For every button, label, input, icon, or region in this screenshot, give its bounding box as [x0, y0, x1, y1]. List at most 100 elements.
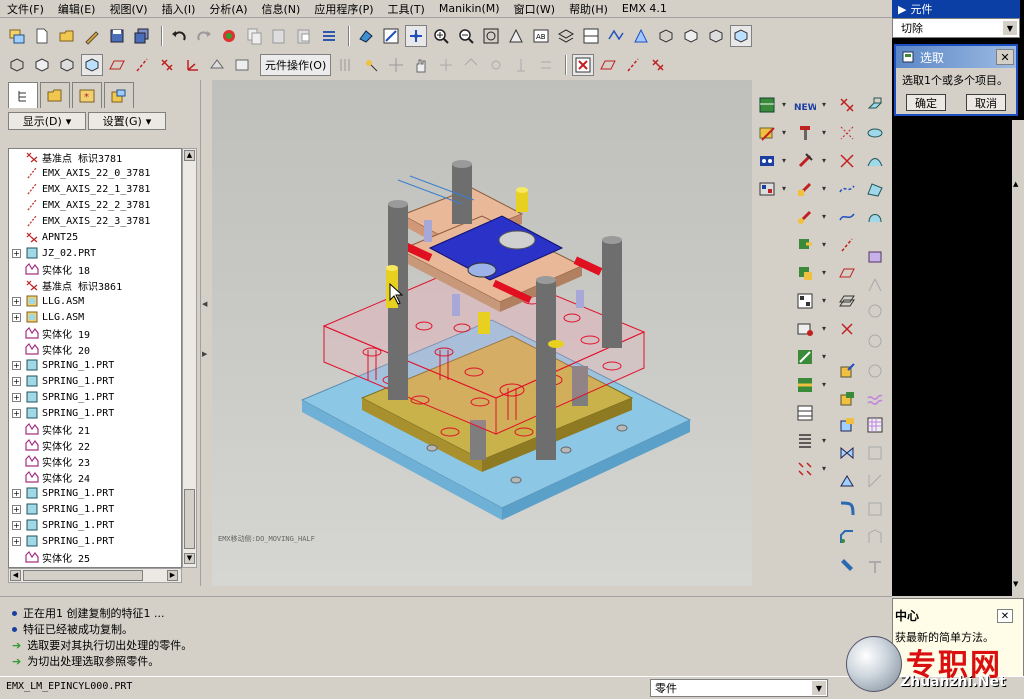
curve-icon[interactable]	[836, 178, 858, 200]
repeat-icon[interactable]	[535, 54, 557, 76]
hidden-display-icon[interactable]	[31, 54, 53, 76]
right-panel-scrollbar[interactable]: ▲ ▼	[1012, 120, 1024, 596]
refit-icon[interactable]	[480, 25, 502, 47]
dropdown-arrow-icon[interactable]: ▾	[822, 128, 826, 137]
hand-pan-icon[interactable]	[410, 54, 432, 76]
edit-feature-icon[interactable]	[756, 122, 778, 144]
graphics-window[interactable]: EMX移动侧:DO_MOVING_HALF	[212, 80, 752, 586]
tree-item[interactable]: + SPRING_1.PRT	[9, 533, 181, 549]
close-icon[interactable]: ✕	[996, 49, 1014, 65]
expand-icon[interactable]: +	[12, 392, 21, 402]
paste-special-icon[interactable]	[293, 25, 315, 47]
dropdown-arrow-icon[interactable]: ▾	[822, 156, 826, 165]
unhide-icon[interactable]	[231, 54, 253, 76]
expand-icon[interactable]: +	[12, 520, 21, 530]
menu-applications[interactable]: 应用程序(P)	[307, 1, 380, 17]
tree-item[interactable]: APNT25	[9, 229, 181, 245]
layout-icon[interactable]	[794, 430, 816, 452]
axis-display-icon[interactable]	[622, 54, 644, 76]
menu-info[interactable]: 信息(N)	[255, 1, 308, 17]
tree-item[interactable]: EMX_AXIS_22_3_3781	[9, 213, 181, 229]
point-offset-icon[interactable]	[836, 150, 858, 172]
datum-axis-toggle-icon[interactable]	[131, 54, 153, 76]
reorient-icon[interactable]	[505, 25, 527, 47]
scroll-up-icon[interactable]: ▲	[1013, 180, 1018, 188]
solidify-tool-icon[interactable]	[864, 360, 886, 382]
save-icon[interactable]	[106, 25, 128, 47]
point-display-icon[interactable]	[647, 54, 669, 76]
dropdown-arrow-icon[interactable]: ▾	[822, 240, 826, 249]
drag-components-icon[interactable]	[335, 54, 357, 76]
tree-item[interactable]: 实体化 20	[9, 341, 181, 357]
move-icon[interactable]	[385, 54, 407, 76]
chevron-down-icon[interactable]: ▼	[1003, 21, 1017, 35]
tree-item[interactable]: EMX_AXIS_22_0_3781	[9, 165, 181, 181]
slider-icon[interactable]	[794, 178, 816, 200]
tweak-icon[interactable]	[864, 556, 886, 578]
menu-file[interactable]: 文件(F)	[0, 1, 51, 17]
rib-icon[interactable]	[864, 526, 886, 548]
snap-icon[interactable]	[485, 54, 507, 76]
copy-icon[interactable]	[243, 25, 265, 47]
cooling-icon[interactable]	[794, 318, 816, 340]
tree-item[interactable]: 实体化 23	[9, 453, 181, 469]
expand-icon[interactable]: +	[12, 248, 21, 258]
tree-item[interactable]: + SPRING_1.PRT	[9, 357, 181, 373]
saved-views-icon[interactable]: AB	[530, 25, 552, 47]
scroll-up-icon[interactable]: ▲	[184, 150, 195, 161]
insert-part-icon[interactable]	[836, 360, 858, 382]
tree-horizontal-scrollbar[interactable]: ◀ ▶	[8, 568, 182, 583]
view-manager-icon[interactable]	[580, 25, 602, 47]
settings-dropdown[interactable]: 设置(G) ▾	[88, 112, 166, 130]
undo-icon[interactable]	[168, 25, 190, 47]
panel-splitter[interactable]: ◀ ▶	[200, 80, 210, 586]
component-icon[interactable]	[756, 94, 778, 116]
wireframe-icon[interactable]	[655, 25, 677, 47]
menu-analysis[interactable]: 分析(A)	[202, 1, 254, 17]
shell-icon[interactable]	[864, 498, 886, 520]
gate-icon[interactable]	[794, 290, 816, 312]
trim-icon[interactable]	[864, 274, 886, 296]
dropdown-arrow-icon[interactable]: ▾	[822, 184, 826, 193]
show-dropdown[interactable]: 显示(D) ▾	[8, 112, 86, 130]
menu-view[interactable]: 视图(V)	[102, 1, 154, 17]
tree-item[interactable]: + SPRING_1.PRT	[9, 389, 181, 405]
dropdown-arrow-icon[interactable]: ▾	[782, 156, 786, 165]
open-folder-icon[interactable]	[56, 25, 78, 47]
scroll-left-icon[interactable]: ◀	[10, 570, 21, 581]
sweep-icon[interactable]	[864, 150, 886, 172]
assemble-icon[interactable]	[836, 388, 858, 410]
dropdown-arrow-icon[interactable]: ▾	[822, 380, 826, 389]
expand-icon[interactable]: +	[12, 360, 21, 370]
dropdown-arrow-icon[interactable]: ▾	[822, 212, 826, 221]
datum-point-toggle-icon[interactable]	[156, 54, 178, 76]
dropdown-arrow-icon[interactable]: ▾	[822, 324, 826, 333]
offset-icon[interactable]	[864, 300, 886, 322]
split-icon[interactable]	[794, 374, 816, 396]
hide-icon[interactable]	[206, 54, 228, 76]
mirror-icon[interactable]	[836, 442, 858, 464]
dropdown-arrow-icon[interactable]: ▾	[822, 352, 826, 361]
no-hidden-display-icon[interactable]	[56, 54, 78, 76]
tree-item[interactable]: 实体化 19	[9, 325, 181, 341]
tree-item[interactable]: + SPRING_1.PRT	[9, 373, 181, 389]
layers-icon[interactable]	[555, 25, 577, 47]
tree-item[interactable]: + SPRING_1.PRT	[9, 501, 181, 517]
collapse-left-icon[interactable]: ◀	[202, 300, 207, 308]
hole-icon[interactable]	[836, 556, 858, 578]
plane-icon[interactable]	[836, 262, 858, 284]
menu-edit[interactable]: 编辑(E)	[51, 1, 103, 17]
tab-model-tree[interactable]	[8, 82, 38, 108]
expand-icon[interactable]: +	[12, 504, 21, 514]
menu-manikin[interactable]: Manikin(M)	[432, 2, 507, 15]
expand-icon[interactable]: +	[12, 536, 21, 546]
expand-icon[interactable]: +	[12, 376, 21, 386]
menu-help[interactable]: 帮助(H)	[562, 1, 615, 17]
menu-emx[interactable]: EMX 4.1	[615, 2, 674, 15]
datum-plane-toggle-icon[interactable]	[106, 54, 128, 76]
grid-icon[interactable]	[864, 414, 886, 436]
fill-icon[interactable]	[864, 442, 886, 464]
spin-center-icon[interactable]	[405, 25, 427, 47]
tree-item[interactable]: 实体化 22	[9, 437, 181, 453]
tree-vertical-scrollbar[interactable]: ▲ ▼	[182, 148, 197, 568]
